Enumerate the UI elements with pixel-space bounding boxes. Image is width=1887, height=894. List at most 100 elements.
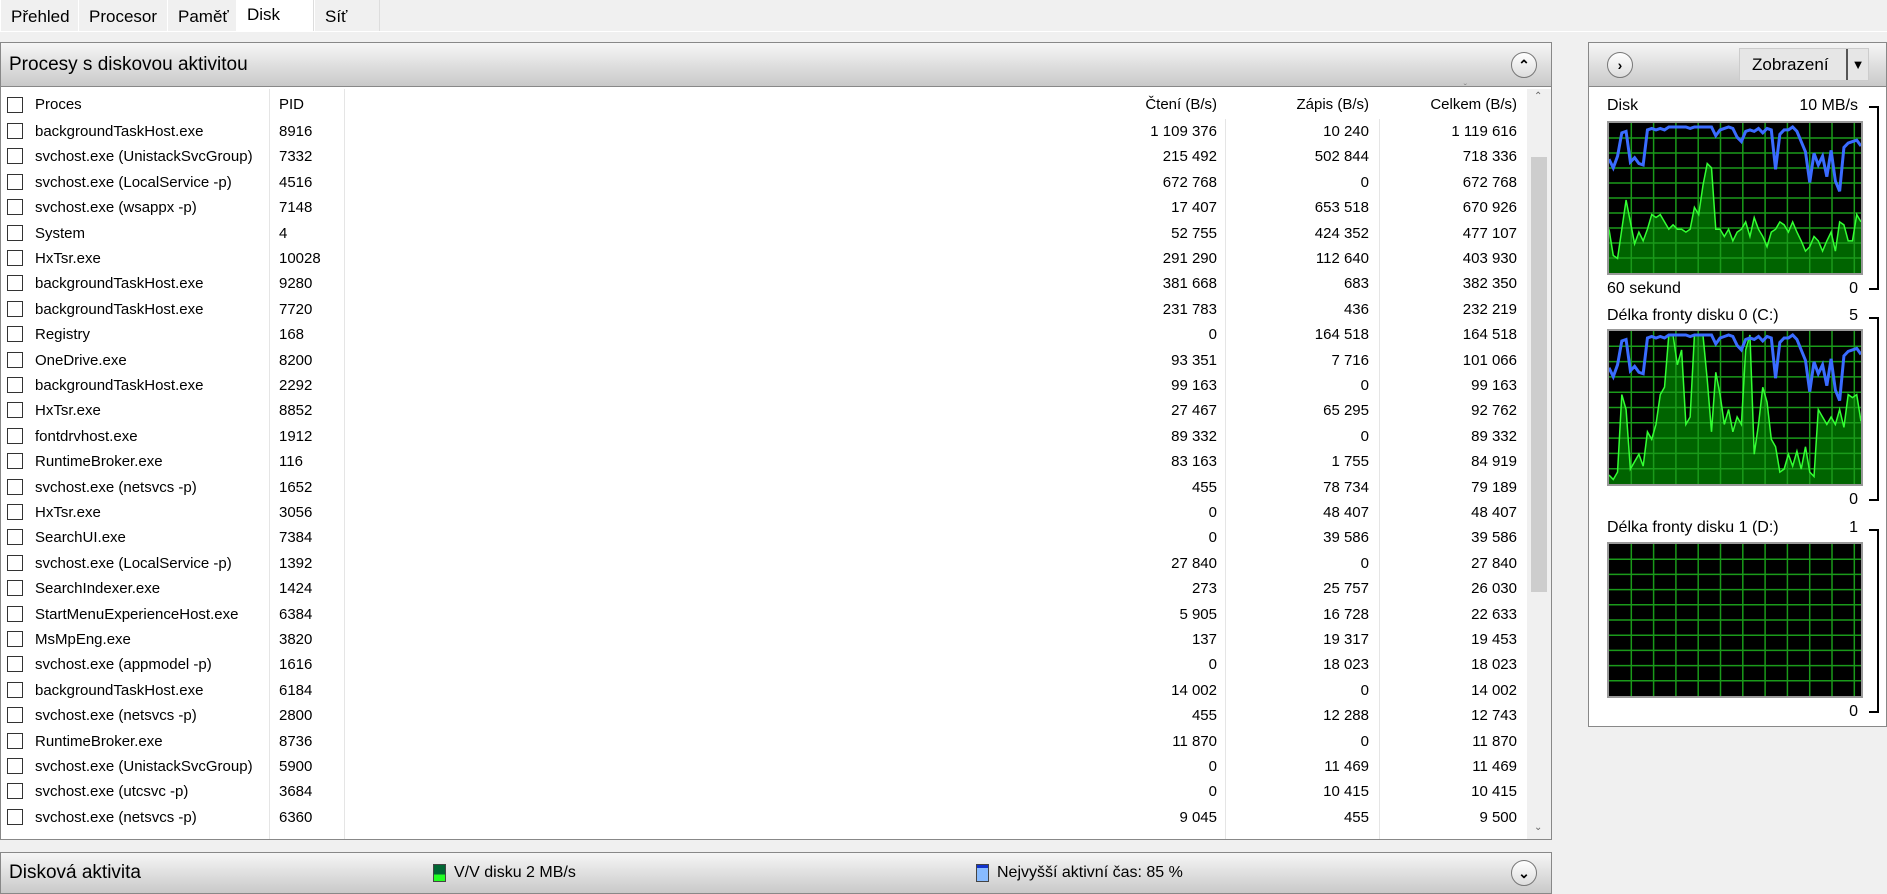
write-rate: 12 288: [1323, 707, 1369, 725]
table-row[interactable]: HxTsr.exe 8852 27 467 65 295 92 762: [1, 398, 1527, 423]
row-checkbox[interactable]: [7, 250, 23, 266]
row-checkbox[interactable]: [7, 224, 23, 241]
green-legend-icon: [433, 863, 446, 882]
table-row[interactable]: backgroundTaskHost.exe 8916 1 109 376 10 24…: [1, 119, 1527, 144]
row-checkbox[interactable]: [7, 529, 23, 546]
row-checkbox[interactable]: [7, 148, 23, 165]
disk-graph: [1607, 121, 1863, 275]
table-row[interactable]: svchost.exe (UnistackSvcGroup) 7332 215 49…: [1, 144, 1527, 169]
row-checkbox[interactable]: [7, 427, 23, 444]
column-read[interactable]: Čtení (B/s): [1145, 96, 1217, 113]
row-checkbox[interactable]: [7, 326, 23, 343]
row-checkbox[interactable]: [7, 605, 23, 622]
tab-memory[interactable]: Paměť: [167, 0, 240, 31]
row-checkbox[interactable]: [7, 173, 23, 190]
row-checkbox[interactable]: [7, 732, 23, 749]
total-rate: 101 066: [1462, 351, 1517, 369]
row-checkbox[interactable]: [7, 123, 23, 139]
table-row[interactable]: RuntimeBroker.exe 116 83 163 1 755 84 919: [1, 449, 1527, 474]
table-row[interactable]: svchost.exe (LocalService -p) 1392 27 840 0…: [1, 551, 1527, 576]
table-row[interactable]: OneDrive.exe 8200 93 351 7 716 101 066: [1, 348, 1527, 373]
table-row[interactable]: backgroundTaskHost.exe 2292 99 163 0 99 163: [1, 373, 1527, 398]
disk-activity-section-header[interactable]: Disková aktivita V/V disku 2 MB/s Nejvyš…: [0, 852, 1552, 894]
table-row[interactable]: System 4 52 755 424 352 477 107: [1, 221, 1527, 246]
table-row[interactable]: svchost.exe (utcsvc -p) 3684 0 10 415 10 415: [1, 779, 1527, 804]
table-row[interactable]: HxTsr.exe 3056 0 48 407 48 407: [1, 500, 1527, 525]
read-rate: 273: [1191, 580, 1217, 598]
table-row[interactable]: svchost.exe (appmodel -p) 1616 0 18 023 18 0…: [1, 652, 1527, 677]
row-checkbox[interactable]: [7, 478, 23, 495]
collapse-button[interactable]: ⌃: [1511, 52, 1537, 78]
table-row[interactable]: HxTsr.exe 10028 291 290 112 640 403 930: [1, 246, 1527, 271]
total-rate: 12 743: [1471, 707, 1517, 725]
pid: 6184: [279, 681, 313, 699]
table-row[interactable]: svchost.exe (netsvcs -p) 6360 9 045 455 9 50…: [1, 805, 1527, 830]
row-checkbox[interactable]: [7, 631, 23, 647]
process-name: HxTsr.exe: [35, 402, 101, 420]
column-process[interactable]: Proces: [35, 96, 82, 113]
pid: 6384: [279, 605, 313, 623]
table-row[interactable]: backgroundTaskHost.exe 7720 231 783 436 232 …: [1, 297, 1527, 322]
io-legend-text: V/V disku 2 MB/s: [454, 864, 576, 881]
table-row[interactable]: svchost.exe (netsvcs -p) 2800 455 12 288 12 …: [1, 703, 1527, 728]
row-checkbox[interactable]: [7, 402, 23, 419]
table-row[interactable]: Registry 168 0 164 518 164 518: [1, 322, 1527, 347]
select-all-checkbox[interactable]: [7, 97, 23, 113]
write-rate: 18 023: [1323, 656, 1369, 674]
table-row[interactable]: MsMpEng.exe 3820 137 19 317 19 453: [1, 627, 1527, 652]
row-checkbox[interactable]: [7, 681, 23, 698]
column-pid[interactable]: PID: [279, 96, 304, 113]
table-row[interactable]: svchost.exe (UnistackSvcGroup) 5900 0 11 46…: [1, 754, 1527, 779]
tab-cpu[interactable]: Procesor: [78, 0, 169, 31]
process-name: backgroundTaskHost.exe: [35, 300, 204, 318]
vertical-scrollbar[interactable]: ⌃ ⌄: [1527, 89, 1551, 839]
table-row[interactable]: SearchIndexer.exe 1424 273 25 757 26 030: [1, 576, 1527, 601]
total-rate: 1 119 616: [1451, 123, 1517, 140]
row-checkbox[interactable]: [7, 275, 23, 292]
row-checkbox[interactable]: [7, 199, 23, 216]
row-checkbox[interactable]: [7, 656, 23, 673]
total-rate: 19 453: [1471, 631, 1517, 648]
row-checkbox[interactable]: [7, 758, 23, 774]
total-rate: 48 407: [1471, 504, 1517, 521]
table-row[interactable]: svchost.exe (netsvcs -p) 1652 455 78 734 79 …: [1, 475, 1527, 500]
table-row[interactable]: svchost.exe (wsappx -p) 7148 17 407 653 518…: [1, 195, 1527, 220]
toggle-panel-button[interactable]: ›: [1607, 52, 1633, 78]
row-checkbox[interactable]: [7, 554, 23, 571]
scroll-down-icon[interactable]: ⌄: [1534, 822, 1542, 833]
processes-section-header[interactable]: Procesy s diskovou aktivitou ⌃: [1, 43, 1551, 87]
table-row[interactable]: svchost.exe (LocalService -p) 4516 672 768…: [1, 170, 1527, 195]
row-checkbox[interactable]: [7, 453, 23, 470]
tab-network[interactable]: Síť: [314, 0, 380, 31]
row-checkbox[interactable]: [7, 707, 23, 724]
row-checkbox[interactable]: [7, 351, 23, 368]
process-name: SearchIndexer.exe: [35, 580, 161, 598]
tab-overview[interactable]: Přehled: [0, 0, 81, 31]
table-row[interactable]: fontdrvhost.exe 1912 89 332 0 89 332: [1, 424, 1527, 449]
row-checkbox[interactable]: [7, 808, 23, 825]
scroll-up-icon[interactable]: ⌃: [1534, 91, 1542, 102]
tab-disk[interactable]: Disk: [236, 0, 314, 31]
column-total[interactable]: Celkem (B/s): [1430, 96, 1517, 113]
pid: 7384: [279, 529, 313, 547]
row-checkbox[interactable]: [7, 783, 23, 800]
row-checkbox[interactable]: [7, 377, 23, 393]
table-row[interactable]: backgroundTaskHost.exe 9280 381 668 683 382 …: [1, 271, 1527, 296]
process-name: fontdrvhost.exe: [35, 427, 138, 445]
table-row[interactable]: backgroundTaskHost.exe 6184 14 002 0 14 002: [1, 678, 1527, 703]
scrollbar-thumb[interactable]: [1531, 157, 1547, 592]
graph-queue-c-min: 0: [1849, 491, 1858, 508]
read-rate: 9 045: [1179, 808, 1217, 826]
write-rate: 0: [1360, 554, 1369, 572]
table-row[interactable]: SearchUI.exe 7384 0 39 586 39 586: [1, 525, 1527, 550]
pid: 4: [279, 224, 288, 242]
row-checkbox[interactable]: [7, 504, 23, 520]
row-checkbox[interactable]: [7, 300, 23, 317]
row-checkbox[interactable]: [7, 580, 23, 597]
table-row[interactable]: RuntimeBroker.exe 8736 11 870 0 11 870: [1, 729, 1527, 754]
column-write[interactable]: Zápis (B/s): [1296, 96, 1369, 113]
read-rate: 5 905: [1179, 605, 1217, 623]
expand-button[interactable]: ⌄: [1511, 860, 1537, 886]
table-row[interactable]: StartMenuExperienceHost.exe 6384 5 905 16 7…: [1, 602, 1527, 627]
view-dropdown[interactable]: Zobrazení ▼: [1739, 48, 1869, 81]
